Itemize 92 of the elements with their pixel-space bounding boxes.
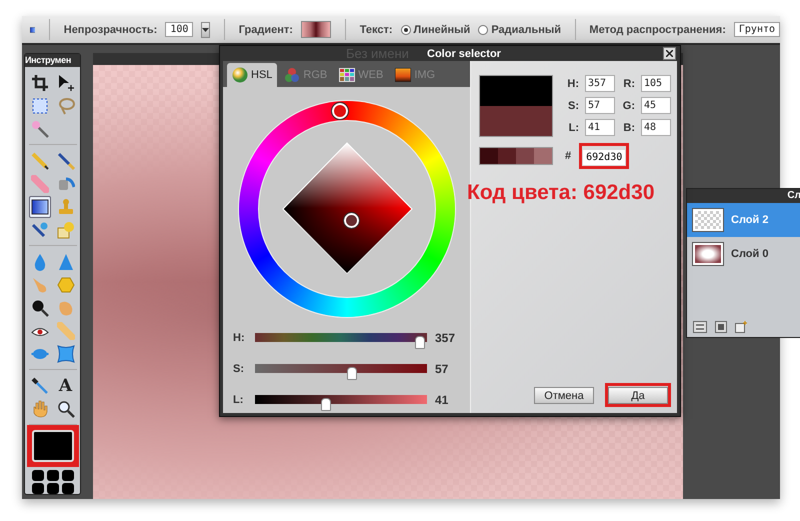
dialog-button[interactable]: Да xyxy=(608,387,668,404)
color-diamond[interactable] xyxy=(282,142,412,274)
eye-icon xyxy=(30,326,48,336)
slider-thumb[interactable] xyxy=(415,336,426,349)
caret-icon xyxy=(202,28,210,32)
hue-marker[interactable] xyxy=(332,103,348,120)
dropdown-button[interactable] xyxy=(201,22,210,38)
preset-button[interactable] xyxy=(32,483,44,494)
square-icon[interactable] xyxy=(715,321,727,333)
new-layer-icon[interactable] xyxy=(735,321,747,333)
field-label: R: xyxy=(622,78,635,90)
gradient-icon xyxy=(30,198,48,216)
crop-icon xyxy=(30,74,48,92)
bandage-icon xyxy=(56,322,74,340)
method-field[interactable]: Грунто xyxy=(734,22,780,37)
value-field[interactable]: 105 xyxy=(641,75,671,92)
panel-title: Инструмен xyxy=(25,54,80,67)
gradient-label: Градиент: xyxy=(238,24,293,36)
dialog-title: Color selector xyxy=(427,48,501,60)
field-label: B: xyxy=(622,122,635,134)
slider-track[interactable] xyxy=(255,333,427,348)
value-field[interactable]: 48 xyxy=(641,119,671,136)
stamp-icon xyxy=(56,198,74,216)
selection-icon xyxy=(30,97,48,115)
slider-track[interactable] xyxy=(255,364,427,379)
pinch-icon xyxy=(56,345,74,363)
preset-button[interactable] xyxy=(46,470,58,481)
field-label: S: xyxy=(567,100,579,112)
slider-value: 41 xyxy=(435,392,448,406)
arrow-icon xyxy=(56,74,74,92)
text-tool[interactable]: A xyxy=(58,376,72,396)
shade-swatch[interactable] xyxy=(516,148,534,164)
panel-title: Сл xyxy=(687,189,800,203)
slider-value: 57 xyxy=(435,362,448,376)
palette-grid-icon xyxy=(339,68,356,82)
slider-track[interactable] xyxy=(255,395,427,410)
field-label: L: xyxy=(568,122,579,134)
cone-icon xyxy=(56,253,74,271)
preset-button[interactable] xyxy=(62,470,74,481)
value-field[interactable]: 357 xyxy=(585,75,615,92)
field-label: G: xyxy=(622,100,635,112)
layer-thumbnail xyxy=(693,243,723,265)
tab[interactable]: HSL xyxy=(227,63,278,87)
radio-option[interactable]: Радиальный xyxy=(478,24,562,36)
eraser-icon xyxy=(30,175,48,193)
dialog-button[interactable]: Отмена xyxy=(534,387,594,404)
lasso-icon xyxy=(56,97,74,115)
slider-value: 357 xyxy=(435,330,456,344)
sphere-icon xyxy=(232,67,248,83)
slider-thumb[interactable] xyxy=(347,367,358,380)
layer-thumbnail xyxy=(693,209,723,231)
value-field[interactable]: 45 xyxy=(641,97,671,114)
value-field[interactable]: 41 xyxy=(585,119,615,136)
layer-name: Слой 2 xyxy=(731,214,768,226)
shade-swatch[interactable] xyxy=(498,148,516,164)
arrows-icon[interactable] xyxy=(693,321,707,333)
bucket-icon xyxy=(56,175,74,193)
opacity-label: Непрозрачность: xyxy=(64,24,158,36)
field-label: H: xyxy=(566,78,579,90)
slider-thumb[interactable] xyxy=(321,398,332,411)
radio-option[interactable]: Линейный xyxy=(400,24,470,36)
brush-icon xyxy=(30,221,48,239)
opacity-field[interactable]: 100 xyxy=(165,22,194,37)
close-button[interactable] xyxy=(663,47,676,60)
layer-item[interactable]: Слой 0 xyxy=(687,237,800,271)
text-label: Текст: xyxy=(360,24,393,36)
color-marker[interactable] xyxy=(344,213,360,228)
shade-swatch[interactable] xyxy=(480,148,498,164)
zoom-icon xyxy=(56,400,74,418)
sponge-icon xyxy=(56,276,74,294)
method-label: Метод распространения: xyxy=(589,24,726,36)
sunset-picture-icon xyxy=(395,68,412,82)
preset-button[interactable] xyxy=(32,470,44,481)
close-icon xyxy=(666,50,673,57)
hex-field[interactable]: 692d30 xyxy=(583,150,626,165)
hash-label: # xyxy=(565,150,572,162)
brush-icon xyxy=(56,152,74,170)
circles-icon xyxy=(284,67,300,83)
preset-button[interactable] xyxy=(62,483,74,494)
preset-button[interactable] xyxy=(46,483,58,494)
wand-icon xyxy=(30,120,48,138)
value-field[interactable]: 57 xyxy=(585,97,615,114)
slider-label: H: xyxy=(233,332,246,344)
shade-swatch[interactable] xyxy=(534,148,552,164)
slider-label: S: xyxy=(233,362,245,374)
annotation-text: Код цвета: 692d30 xyxy=(467,181,656,205)
pencil-icon xyxy=(30,152,48,170)
eyedropper-icon xyxy=(30,377,48,395)
gradient-swatch[interactable] xyxy=(300,21,332,38)
slider-label: L: xyxy=(233,394,244,406)
shapes-icon xyxy=(56,221,74,239)
layer-name: Слой 0 xyxy=(731,248,768,260)
